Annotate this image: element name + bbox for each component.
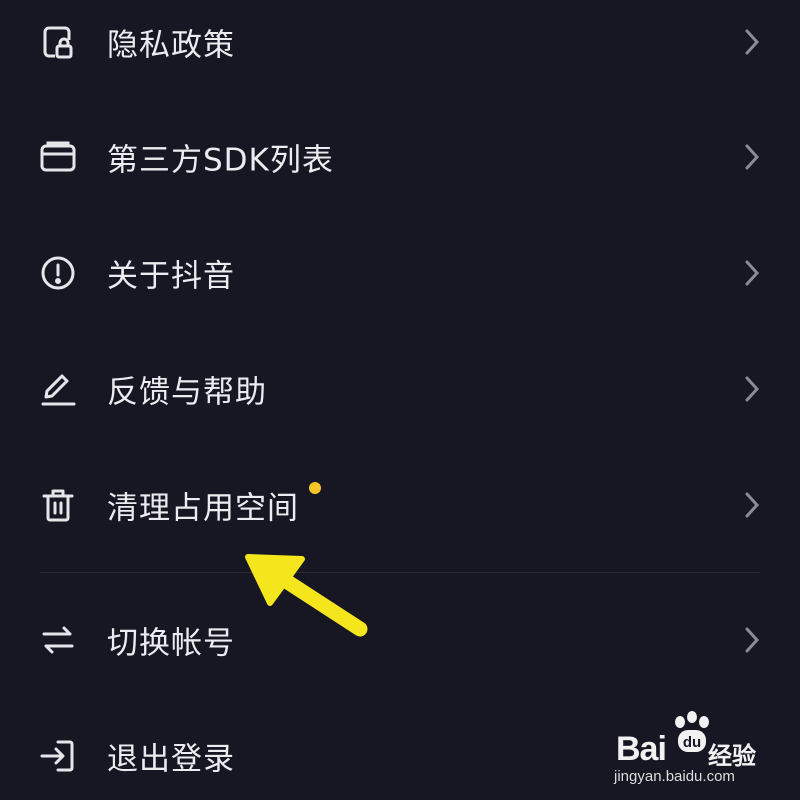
settings-screen: 隐私政策 第三方SDK列表 关于抖音 反馈与帮助 清理占用空间 切换帐号 退出登… bbox=[0, 0, 800, 800]
card-icon bbox=[36, 135, 80, 179]
chevron-right-icon bbox=[742, 374, 762, 404]
menu-item-label: 隐私政策 bbox=[107, 27, 235, 64]
logout-icon bbox=[36, 734, 80, 778]
chevron-right-icon bbox=[742, 490, 762, 520]
baidu-jingyan-watermark: Bai du 经验 jingyan.baidu.com bbox=[612, 708, 792, 798]
menu-item-label: 退出登录 bbox=[107, 741, 235, 778]
chevron-right-icon bbox=[742, 27, 762, 57]
menu-item-label: 反馈与帮助 bbox=[107, 374, 267, 411]
menu-item-feedback-help[interactable]: 反馈与帮助 bbox=[0, 331, 800, 447]
chevron-right-icon bbox=[742, 258, 762, 288]
chevron-right-icon bbox=[742, 625, 762, 655]
menu-item-about[interactable]: 关于抖音 bbox=[0, 215, 800, 331]
section-divider bbox=[40, 572, 760, 573]
trash-icon bbox=[36, 483, 80, 527]
menu-item-label: 清理占用空间 bbox=[107, 490, 299, 527]
paw-logo-text: du bbox=[683, 734, 701, 751]
menu-item-clear-storage[interactable]: 清理占用空间 bbox=[0, 447, 800, 563]
swap-icon bbox=[36, 618, 80, 662]
menu-item-switch-account[interactable]: 切换帐号 bbox=[0, 582, 800, 698]
notification-badge-dot bbox=[309, 482, 321, 494]
menu-item-privacy-policy[interactable]: 隐私政策 bbox=[0, 0, 800, 100]
chevron-right-icon bbox=[742, 142, 762, 172]
pen-icon bbox=[36, 367, 80, 411]
menu-item-third-party-sdk[interactable]: 第三方SDK列表 bbox=[0, 99, 800, 215]
info-circle-icon bbox=[36, 251, 80, 295]
menu-item-label: 关于抖音 bbox=[107, 258, 235, 295]
annotation-arrow bbox=[245, 554, 368, 637]
watermark-brand-cn: 经验 bbox=[708, 742, 756, 770]
watermark-url: jingyan.baidu.com bbox=[614, 768, 735, 785]
menu-item-label: 第三方SDK列表 bbox=[107, 142, 334, 179]
watermark-brand: Bai bbox=[616, 730, 667, 768]
menu-item-label: 切换帐号 bbox=[107, 625, 235, 662]
privacy-lock-icon bbox=[36, 20, 80, 64]
